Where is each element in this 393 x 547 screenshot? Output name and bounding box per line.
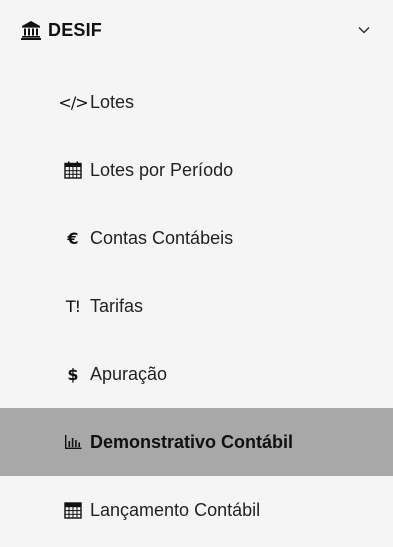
menu-item-contas-contabeis[interactable]: € Contas Contábeis	[0, 204, 393, 272]
menu-item-lotes[interactable]: </> Lotes	[0, 68, 393, 136]
calculator-icon	[62, 499, 84, 521]
sidebar-menu: DESIF </> Lotes Lotes por Período € Cont…	[0, 0, 393, 547]
calendar-icon	[62, 159, 84, 181]
bank-icon	[20, 19, 42, 41]
text-height-icon: T!	[65, 296, 81, 316]
menu-item-label: Lotes	[90, 91, 135, 112]
menu-item-label: Contas Contábeis	[90, 227, 234, 248]
bar-chart-icon	[62, 431, 84, 453]
menu-item-lancamento-contabil[interactable]: Lançamento Contábil	[0, 476, 393, 544]
menu-item-lotes-por-periodo[interactable]: Lotes por Período	[0, 136, 393, 204]
menu-item-label: Lotes por Período	[90, 159, 234, 180]
menu-item-tarifas[interactable]: T! Tarifas	[0, 272, 393, 340]
dollar-icon: $	[67, 364, 79, 384]
chevron-down-icon	[355, 21, 373, 39]
euro-icon: €	[67, 228, 79, 248]
menu-item-label: Tarifas	[90, 295, 144, 316]
menu-item-label: Apuração	[90, 363, 168, 384]
desif-group-toggle[interactable]: DESIF	[0, 0, 393, 60]
menu-item-label: Lançamento Contábil	[90, 499, 261, 520]
group-title: DESIF	[48, 19, 103, 40]
code-icon: </>	[58, 92, 88, 112]
menu-item-label: Demonstrativo Contábil	[90, 431, 294, 452]
menu-item-apuracao[interactable]: $ Apuração	[0, 340, 393, 408]
menu-item-demonstrativo-contabil[interactable]: Demonstrativo Contábil	[0, 408, 393, 476]
